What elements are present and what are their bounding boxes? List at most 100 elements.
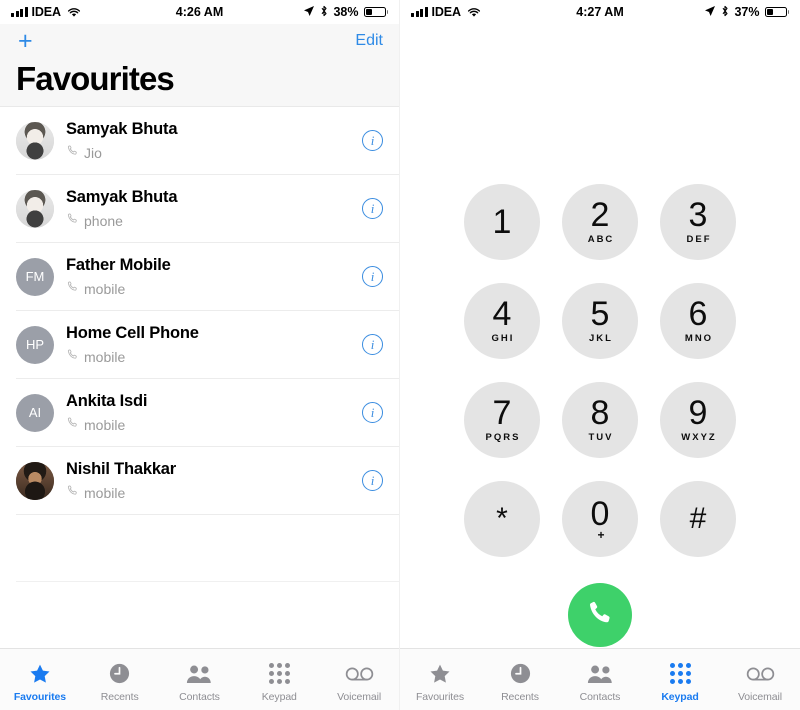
contact-name: Ankita Isdi [66,392,148,411]
avatar [16,189,54,228]
favourites-list: Samyak Bhuta Jio i Samyak Bhuta phone i FM Fath… [0,106,399,649]
battery-percent-label: 38% [333,5,359,19]
call-button[interactable] [568,583,632,647]
phone-handset-icon [66,348,79,366]
favourite-row-text: Nishil Thakkar mobile [66,460,362,502]
keypad-key-9[interactable]: 9 WXYZ [660,382,736,458]
contact-name: Nishil Thakkar [66,460,176,479]
add-favourite-button[interactable]: + [16,28,35,54]
favourite-row[interactable]: AI Ankita Isdi mobile i [0,379,399,447]
carrier-label: IDEA [431,5,462,19]
keypad-key-7[interactable]: 7 PQRS [464,382,540,458]
contact-info-button[interactable]: i [362,266,383,288]
keypad-key-1[interactable]: 1 [464,184,540,260]
tab-bar-right: Favourites Recents Contacts Keypad Voicemail [400,648,800,710]
avatar-initials: FM [25,269,45,285]
contact-info-button[interactable]: i [362,130,383,152]
keypad-digit: * [496,501,508,535]
tab-label: Recents [100,690,139,703]
keypad-key-4[interactable]: 4 GHI [464,283,540,359]
keypad-letters: + [597,528,605,543]
keypad-icon [268,661,290,687]
battery-icon [764,6,789,18]
contact-sub: mobile [66,280,362,298]
contact-info-button[interactable]: i [362,470,383,492]
wifi-icon [67,7,81,18]
phone-handset-icon [66,484,79,502]
keypad-key-0[interactable]: 0 + [562,481,638,557]
keypad-letters: JKL [589,333,613,345]
clock-icon [509,661,532,687]
favourite-row[interactable]: Samyak Bhuta Jio i [0,107,399,175]
status-bar-right: IDEA 4:27 AM 37% [400,0,800,24]
avatar [16,121,54,160]
tab-keypad[interactable]: Keypad [640,649,720,710]
carrier-label: IDEA [31,5,62,19]
tab-contacts[interactable]: Contacts [160,649,240,710]
contact-info-button[interactable]: i [362,198,383,220]
contact-label: Jio [84,144,102,161]
tab-label: Keypad [261,690,297,703]
star-icon [28,661,52,687]
status-right-group: 38% [303,5,388,20]
contact-label: mobile [84,348,126,365]
keypad-key-3[interactable]: 3 DEF [660,184,736,260]
status-bar-left: IDEA 4:26 AM 38% [0,0,399,24]
status-right-group: 37% [704,5,789,20]
avatar-photo [16,189,54,228]
contact-info-button[interactable]: i [362,334,383,356]
contact-info-button[interactable]: i [362,402,383,424]
tab-favourites[interactable]: Favourites [400,649,480,710]
avatar: FM [16,257,54,296]
edit-button[interactable]: Edit [355,32,383,50]
keypad-screen: IDEA 4:27 AM 37% 1 2 ABC 3 DEF 4 GHI 5 J… [400,0,800,710]
keypad-key-6[interactable]: 6 MNO [660,283,736,359]
avatar [16,461,54,500]
keypad-key-2[interactable]: 2 ABC [562,184,638,260]
tab-label: Favourites [415,690,465,703]
keypad-letters: WXYZ [681,432,717,444]
bluetooth-icon [721,5,729,20]
nav-header: + Edit Favourites [0,24,399,107]
keypad-digit: 0 [590,495,610,534]
nav-bar: + Edit [16,24,383,58]
tab-label: Favourites [13,690,66,703]
avatar: AI [16,393,54,432]
keypad-key-hash[interactable]: # [660,481,736,557]
favourite-row[interactable]: FM Father Mobile mobile i [0,243,399,311]
keypad-digit: # [689,501,707,535]
keypad-digit: 5 [590,294,610,333]
contacts-icon [186,661,213,687]
favourite-row[interactable]: Nishil Thakkar mobile i [0,447,399,515]
tab-label: Voicemail [337,690,382,703]
phone-handset-icon [66,212,79,230]
tab-voicemail[interactable]: Voicemail [720,649,800,710]
contact-sub: mobile [66,348,362,366]
tab-recents[interactable]: Recents [480,649,560,710]
keypad-digit: 3 [688,195,708,234]
contact-sub: phone [66,212,362,230]
keypad-key-8[interactable]: 8 TUV [562,382,638,458]
keypad-letters: DEF [686,234,712,246]
tab-recents[interactable]: Recents [80,649,160,710]
tab-contacts[interactable]: Contacts [560,649,640,710]
keypad-letters: MNO [684,333,714,345]
contact-label: mobile [84,280,126,297]
tab-voicemail[interactable]: Voicemail [319,649,399,710]
phone-handset-icon [66,280,79,298]
keypad-key-5[interactable]: 5 JKL [562,283,638,359]
favourite-row[interactable]: HP Home Cell Phone mobile i [0,311,399,379]
keypad-key-star[interactable]: * [464,481,540,557]
voicemail-icon [746,661,775,687]
keypad-icon-dots [669,663,691,684]
keypad-area: 1 2 ABC 3 DEF 4 GHI 5 JKL 6 MNO 7 PQRS 8 TUV 9 WXYZ * 0 + # [400,24,800,648]
avatar: HP [16,325,54,364]
tab-favourites[interactable]: Favourites [0,649,80,710]
tab-keypad[interactable]: Keypad [239,649,319,710]
bluetooth-icon [320,5,328,20]
voicemail-icon [345,661,374,687]
dual-screenshot: IDEA 4:26 AM 38% + Edit Favourites Samya… [0,0,800,710]
favourite-row[interactable]: Samyak Bhuta phone i [0,175,399,243]
contact-name: Samyak Bhuta [66,120,178,139]
contacts-icon [587,661,614,687]
